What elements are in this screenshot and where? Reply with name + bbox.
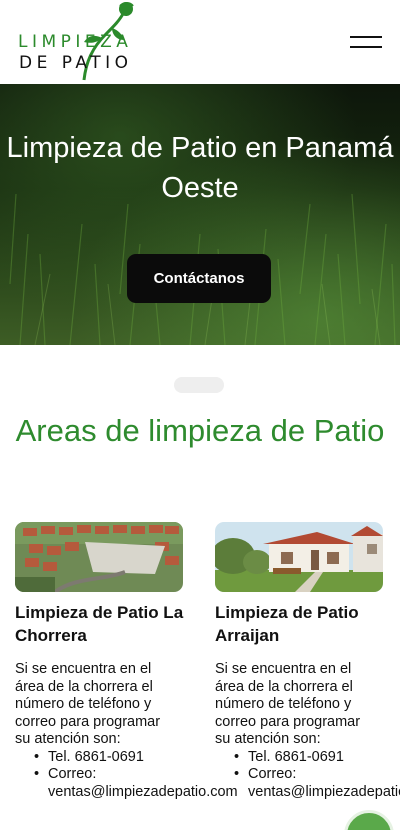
- area-card-la-chorrera: Limpieza de Patio La Chorrera Si se encu…: [15, 522, 238, 802]
- aerial-neighborhood-image: [15, 522, 183, 592]
- card-title: Limpieza de Patio La Chorrera: [15, 603, 184, 645]
- site-logo[interactable]: LIMPIEZA DE PATIO: [16, 0, 156, 84]
- card-title: Limpieza de Patio Arraijan: [215, 603, 359, 645]
- whatsapp-icon[interactable]: [344, 810, 394, 830]
- email-link[interactable]: ventas@limpiezadepatio.com: [48, 784, 238, 802]
- logo-text-line2: DE PATIO: [19, 53, 133, 73]
- card-description: Si se encuentra en el área de la chorrer…: [15, 661, 161, 747]
- contact-list: Tel. 6861-0691 Correo:: [34, 749, 185, 784]
- house-image: [215, 522, 383, 592]
- hero-title: Limpieza de Patio en Panamá Oeste: [6, 132, 394, 204]
- slider-indicator: [174, 377, 224, 393]
- contact-list: Tel. 6861-0691 Correo:: [234, 749, 385, 784]
- site-header: LIMPIEZA DE PATIO: [0, 0, 400, 84]
- phone-item[interactable]: Tel. 6861-0691: [234, 749, 385, 767]
- areas-section-title: Areas de limpieza de Patio: [15, 413, 385, 448]
- grass-background: [9, 193, 396, 345]
- contact-button[interactable]: Contáctanos: [127, 254, 271, 303]
- hamburger-menu-icon[interactable]: [346, 30, 386, 56]
- hero-banner: Limpieza de Patio en Panamá Oeste Contác…: [0, 84, 400, 345]
- logo-text-line1: LIMPIEZA: [18, 32, 133, 52]
- area-card-arraijan: Limpieza de Patio Arraijan Si se encuent…: [215, 522, 400, 801]
- phone-item[interactable]: Tel. 6861-0691: [34, 749, 185, 767]
- email-label: Correo:: [34, 766, 185, 784]
- email-label: Correo:: [234, 766, 385, 784]
- email-link[interactable]: ventas@limpiezadepatio.com: [248, 784, 400, 802]
- card-description: Si se encuentra en el área de la chorrer…: [215, 661, 361, 747]
